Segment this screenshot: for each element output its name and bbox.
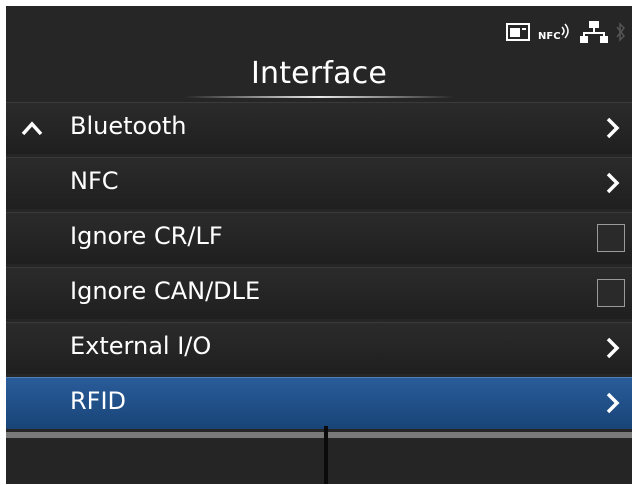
left-softkey[interactable]: [6, 432, 324, 484]
menu-item-label: NFC: [70, 167, 119, 195]
network-icon: [580, 20, 608, 48]
title-area: Interface: [6, 50, 632, 100]
page-title: Interface: [250, 56, 388, 91]
menu-item-rfid[interactable]: RFID: [6, 377, 632, 429]
menu-item-label: Ignore CAN/DLE: [70, 277, 261, 305]
card-icon: [506, 22, 530, 46]
right-softkey[interactable]: [328, 432, 632, 484]
chevron-right-icon: [605, 391, 621, 415]
menu-item-nfc[interactable]: NFC: [6, 157, 632, 209]
status-bar: NFC: [6, 6, 632, 50]
menu-item-label: Bluetooth: [70, 112, 187, 140]
chevron-right-icon: [605, 171, 621, 195]
menu-item-label: Ignore CR/LF: [70, 222, 223, 250]
chevron-right-icon: [605, 336, 621, 360]
ignore-can-dle-checkbox[interactable]: [597, 279, 625, 307]
chevron-right-icon: [605, 116, 621, 140]
menu-item-label: RFID: [70, 387, 127, 415]
nfc-icon: NFC: [538, 21, 572, 47]
menu-list: Bluetooth NFC Ignore CR/LF Ignore CAN/DL…: [6, 102, 632, 432]
printer-screen: NFC Interface Bluetooth NFC Ignore CR/LF…: [6, 6, 632, 484]
menu-item-external-io[interactable]: External I/O: [6, 322, 632, 374]
menu-item-ignore-can-dle[interactable]: Ignore CAN/DLE: [6, 267, 632, 319]
menu-item-label: External I/O: [70, 332, 212, 360]
scroll-up-icon[interactable]: [20, 119, 44, 137]
svg-text:NFC: NFC: [538, 31, 561, 42]
ignore-cr-lf-checkbox[interactable]: [597, 224, 625, 252]
softkey-bar: [6, 426, 632, 484]
bluetooth-icon: [616, 20, 626, 48]
menu-item-ignore-cr-lf[interactable]: Ignore CR/LF: [6, 212, 632, 264]
title-underline: [184, 96, 454, 98]
menu-item-bluetooth[interactable]: Bluetooth: [6, 102, 632, 154]
